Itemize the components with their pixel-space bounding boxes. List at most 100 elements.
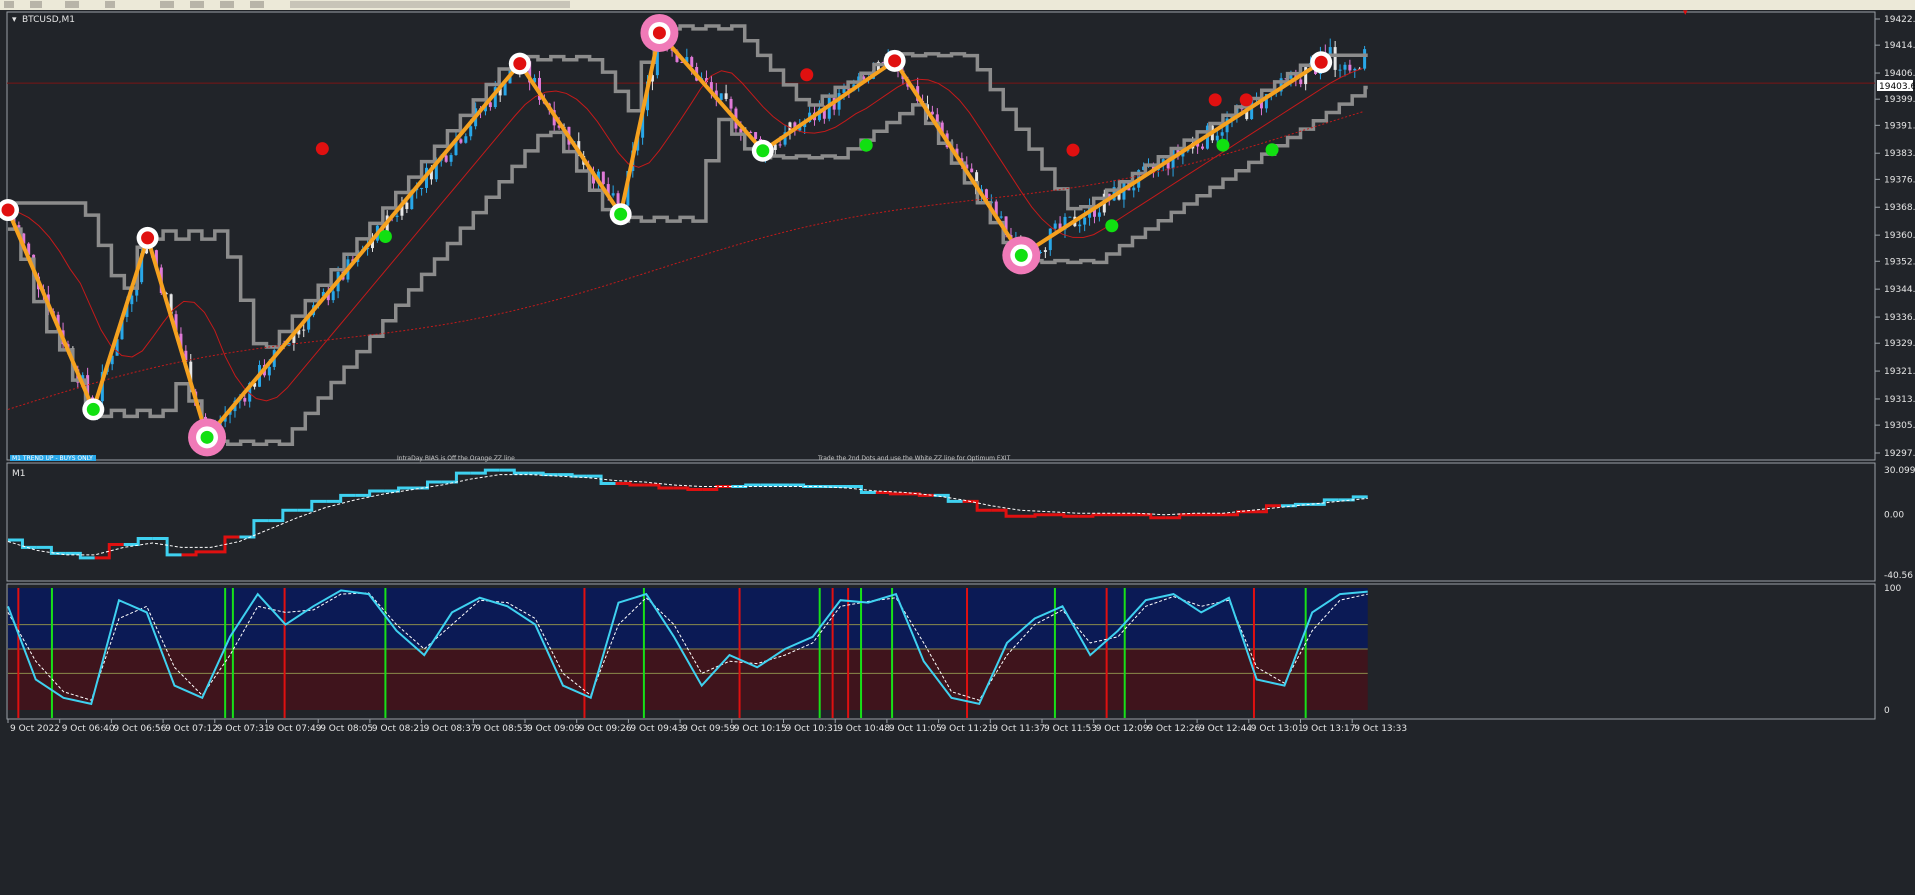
moving-average-line: [7, 67, 1363, 402]
time-tick-label: 9 Oct 10:31: [786, 724, 839, 734]
candle-body: [405, 202, 409, 210]
momentum-segment: [441, 471, 471, 484]
momentum-segment: [326, 493, 356, 503]
momentum-segment: [123, 537, 153, 546]
time-tick-label: 9 Oct 07:12: [165, 724, 218, 734]
time-tick-label: 9 Oct 13:17: [1303, 724, 1356, 734]
zigzag-line: [6, 30, 1323, 440]
candle-body: [331, 291, 335, 301]
candle-body: [754, 132, 758, 139]
time-tick-label: 9 Oct 13:33: [1354, 724, 1407, 734]
price-tick-label: 19391.5: [1884, 121, 1915, 131]
momentum-segment: [933, 493, 963, 503]
momentum-segment: [355, 489, 385, 497]
time-tick-label: 9 Oct 11:05: [889, 724, 942, 734]
pivot-high-dot: [513, 57, 527, 71]
trade-note: Trade the 2nd Dots and use the White ZZ …: [817, 455, 1011, 462]
time-tick-label: 9 Oct 12:44: [1199, 724, 1252, 734]
candle-body: [1348, 64, 1352, 71]
price-tick-label: 19414.5: [1884, 41, 1915, 51]
price-tick-label: 19336.5: [1884, 313, 1915, 323]
momentum-tick-label: -40.56: [1884, 571, 1913, 581]
bias-note: IntraDay BIAS is Off the Orange ZZ line: [397, 455, 515, 462]
time-tick-label: 9 Oct 09:59: [682, 724, 735, 734]
chart-title: BTCUSD,M1: [22, 15, 75, 25]
buy-signal-dot: [1265, 143, 1279, 157]
chart-canvas[interactable]: 30.0992 0.00 -40.56 100 0 ▾ BTCUSD,M1 M1 M1…: [0, 10, 1915, 895]
channel-upper-line: [8, 24, 1368, 349]
time-tick-label: 9 Oct 09:09: [527, 724, 580, 734]
momentum-segment: [962, 499, 992, 512]
time-tick-label: 9 Oct 11:53: [1044, 724, 1097, 734]
pivot-low-dot: [1014, 248, 1028, 262]
candle-body: [1353, 68, 1357, 71]
price-tick-label: 19321.0: [1884, 367, 1915, 377]
momentum-segment: [1165, 513, 1195, 520]
time-tick-label: 9 Oct 10:15: [734, 724, 787, 734]
buy-signal-dot: [1105, 219, 1119, 233]
current-price-label: 19403.6: [1879, 82, 1915, 92]
candle-body: [1043, 250, 1047, 252]
candle-body: [267, 366, 271, 376]
stoch-oversold-zone: [8, 649, 1368, 710]
candle-body: [395, 215, 399, 217]
candle-body: [1132, 187, 1136, 191]
momentum-segment: [673, 486, 703, 491]
momentum-segment: [65, 551, 95, 560]
time-tick-label: 9 Oct 09:26: [579, 724, 632, 734]
candle-body: [719, 93, 723, 100]
momentum-segment: [789, 483, 819, 488]
momentum-segment: [991, 508, 1021, 518]
momentum-segment: [94, 542, 124, 560]
candle-body: [469, 126, 473, 137]
price-tick-label: 19329.0: [1884, 339, 1915, 349]
pivot-high-dot: [141, 231, 155, 245]
candle-body: [1338, 69, 1342, 71]
momentum-segment: [239, 519, 269, 539]
trend-badge-text: M1 TREND UP - BUYS ONLY: [12, 455, 93, 462]
sell-signal-dot: [315, 142, 329, 156]
price-tick-label: 19422.0: [1884, 15, 1915, 25]
candle-body: [1078, 224, 1082, 227]
buy-signal-dot: [859, 138, 873, 152]
time-tick-label: 9 Oct 09:43: [630, 724, 683, 734]
time-tick-label: 9 Oct 08:05: [320, 724, 373, 734]
time-tick-label: 9 Oct 11:37: [992, 724, 1045, 734]
candle-body: [1343, 64, 1347, 70]
time-tick-label: 9 Oct 08:21: [372, 724, 425, 734]
pivot-low-dot: [756, 144, 770, 158]
main-panel-border: [6, 11, 1876, 461]
pivot-low-dot: [86, 402, 100, 416]
time-tick-label: 9 Oct 12:09: [1096, 724, 1149, 734]
momentum-segment: [1251, 504, 1281, 514]
price-tick-label: 19344.5: [1884, 285, 1915, 295]
stoch-tick-label: 0: [1884, 706, 1890, 716]
time-tick-label: 9 Oct 08:53: [475, 724, 528, 734]
time-tick-label: 9 Oct 10:48: [837, 724, 890, 734]
buy-signal-dot: [378, 230, 392, 244]
pivot-high-dot: [1314, 55, 1328, 69]
momentum-segment: [297, 499, 327, 512]
chart-title-arrow[interactable]: ▾: [12, 15, 17, 25]
momentum-label: M1: [12, 469, 26, 479]
candle-body: [1299, 79, 1303, 85]
time-tick-label: 9 Oct 11:21: [941, 724, 994, 734]
momentum-tick-label: 0.00: [1884, 511, 1904, 521]
candle-body: [690, 57, 694, 67]
momentum-tick-label: 30.0992: [1884, 466, 1915, 476]
chart-window[interactable]: 30.0992 0.00 -40.56 100 0 ▾ BTCUSD,M1 M1 M1…: [0, 10, 1915, 895]
price-tick-label: 19313.0: [1884, 395, 1915, 405]
candle-body: [1220, 132, 1224, 136]
candle-body: [1083, 217, 1087, 225]
time-tick-label: 9 Oct 06:40: [62, 724, 115, 734]
price-tick-label: 19368.0: [1884, 203, 1915, 213]
close-marker-icon[interactable]: ▾: [1683, 10, 1688, 18]
candle-body: [420, 187, 424, 189]
candle-body: [970, 168, 974, 173]
pivot-high-dot: [652, 26, 666, 40]
time-tick-label: 9 Oct 07:31: [217, 724, 270, 734]
candle-body: [449, 155, 453, 162]
candle-body: [1201, 146, 1205, 149]
momentum-segment: [268, 508, 298, 523]
time-tick-label: 9 Oct 07:49: [269, 724, 322, 734]
